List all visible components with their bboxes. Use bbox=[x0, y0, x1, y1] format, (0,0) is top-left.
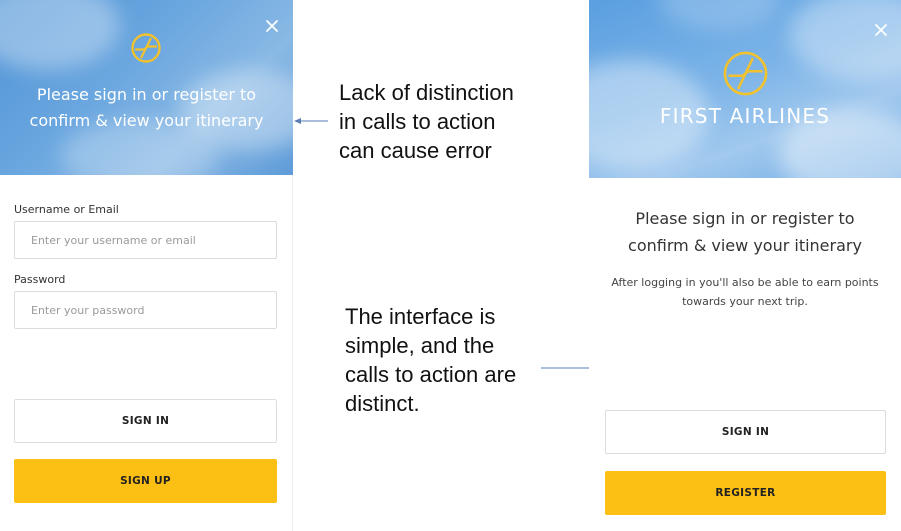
airline-logo-icon bbox=[131, 33, 161, 63]
hero-message-line: Please sign in or register to bbox=[36, 85, 257, 104]
right-signin-panel: FIRST AIRLINES Please sign in or registe… bbox=[589, 0, 901, 531]
username-label: Username or Email bbox=[14, 203, 119, 216]
sign-in-button[interactable]: SIGN IN bbox=[605, 410, 886, 454]
annotation-line: distinct. bbox=[345, 391, 420, 416]
airline-logo-icon bbox=[723, 51, 768, 96]
annotation-line: The interface is bbox=[345, 304, 496, 329]
left-signin-panel: Please sign in or register to confirm & … bbox=[0, 0, 293, 531]
username-input[interactable] bbox=[14, 221, 277, 259]
annotation-simple-interface: The interface is simple, and the calls t… bbox=[345, 302, 516, 418]
close-icon[interactable] bbox=[873, 22, 889, 38]
brand-name: FIRST AIRLINES bbox=[659, 104, 831, 128]
password-input[interactable] bbox=[14, 291, 277, 329]
close-icon[interactable] bbox=[264, 18, 280, 34]
left-pointing-arrow-icon bbox=[294, 118, 328, 124]
signin-subtext-line: towards your next trip. bbox=[682, 295, 808, 308]
annotation-line: Lack of distinction bbox=[339, 80, 514, 105]
annotation-line: in calls to action bbox=[339, 109, 496, 134]
left-hero-banner: Please sign in or register to confirm & … bbox=[0, 0, 293, 175]
signin-heading-line: Please sign in or register to bbox=[635, 209, 855, 228]
password-label: Password bbox=[14, 273, 66, 286]
sign-up-button[interactable]: SIGN UP bbox=[14, 459, 277, 503]
register-button[interactable]: REGISTER bbox=[605, 471, 886, 515]
hero-message: Please sign in or register to confirm & … bbox=[0, 82, 293, 134]
sign-in-button[interactable]: SIGN IN bbox=[14, 399, 277, 443]
annotation-lack-of-distinction: Lack of distinction in calls to action c… bbox=[339, 78, 514, 165]
annotation-line: simple, and the bbox=[345, 333, 495, 358]
signin-heading: Please sign in or register to confirm & … bbox=[589, 205, 901, 259]
signin-subtext-line: After logging in you'll also be able to … bbox=[611, 276, 879, 289]
right-hero-banner: FIRST AIRLINES bbox=[589, 0, 901, 178]
annotation-line: calls to action are bbox=[345, 362, 517, 387]
hero-message-line: confirm & view your itinerary bbox=[29, 111, 264, 130]
signin-subtext: After logging in you'll also be able to … bbox=[589, 273, 901, 311]
signin-heading-line: confirm & view your itinerary bbox=[628, 236, 862, 255]
annotation-line: can cause error bbox=[339, 138, 492, 163]
